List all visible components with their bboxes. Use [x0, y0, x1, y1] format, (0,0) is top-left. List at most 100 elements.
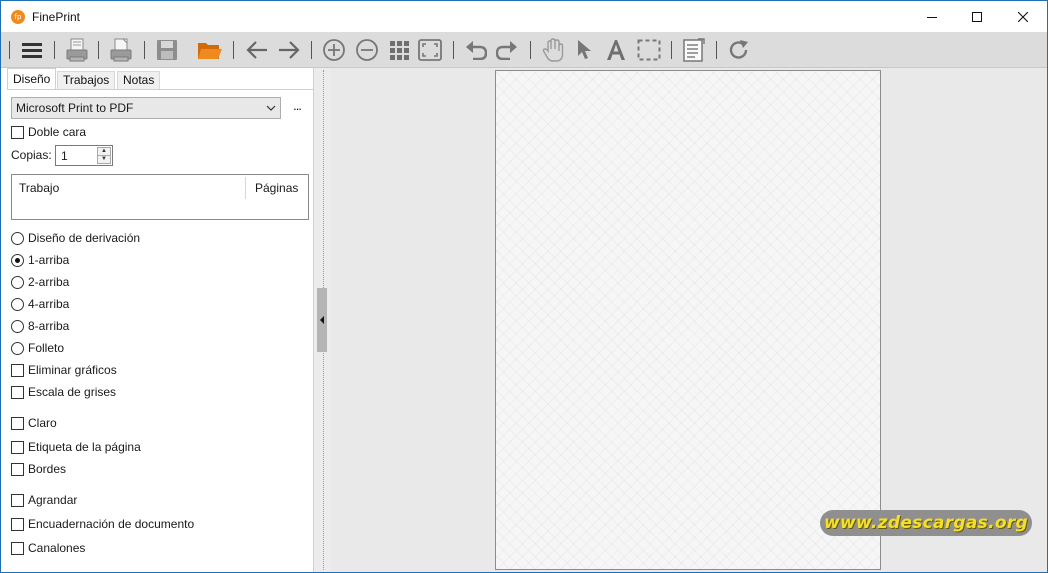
title-bar: fp FinePrint	[1, 1, 1047, 32]
refresh-button[interactable]	[725, 36, 753, 64]
layout-radio[interactable]	[11, 297, 24, 311]
printer-dropdown[interactable]: Microsoft Print to PDF	[11, 97, 281, 119]
toolbar-separator	[671, 41, 672, 59]
layout-label: 8-arriba	[28, 319, 70, 333]
print-settings-button[interactable]	[107, 36, 135, 64]
layout-radio[interactable]	[11, 275, 24, 289]
layout-label: Folleto	[28, 341, 65, 355]
layout-option[interactable]: 4-arriba	[11, 296, 69, 312]
duplex-option[interactable]: Doble cara	[11, 124, 86, 140]
tab-trabajos[interactable]: Trabajos	[57, 71, 116, 90]
layout-option[interactable]: 2-arriba	[11, 274, 69, 290]
letterhead-icon	[683, 38, 705, 62]
tab-diseno[interactable]: Diseño	[7, 68, 57, 90]
option-row[interactable]: Encuadernación de documento	[11, 516, 194, 532]
option-checkbox[interactable]	[11, 462, 24, 476]
save-button[interactable]	[153, 36, 181, 64]
job-list[interactable]: Trabajo Páginas	[11, 174, 309, 220]
undo-icon	[466, 41, 487, 60]
marquee-select-button[interactable]	[635, 36, 663, 64]
menu-button[interactable]	[18, 36, 46, 64]
layout-option[interactable]: 1-arriba	[11, 252, 69, 268]
printer-more-button[interactable]: ...	[288, 98, 306, 118]
layout-radio[interactable]	[11, 341, 24, 355]
layout-radio[interactable]	[11, 253, 24, 267]
copies-decrement-button[interactable]: ▼	[97, 155, 111, 164]
layout-radio[interactable]	[11, 319, 24, 333]
option-label: Canalones	[28, 541, 86, 555]
pan-tool-button[interactable]	[539, 36, 567, 64]
copies-stepper[interactable]: 1 ▲ ▼	[55, 145, 113, 166]
pages-column-header[interactable]: Páginas	[255, 181, 298, 195]
redo-button[interactable]	[493, 36, 521, 64]
print-button[interactable]	[63, 36, 91, 64]
close-button[interactable]	[1000, 1, 1046, 32]
next-page-button[interactable]	[275, 36, 303, 64]
duplex-label: Doble cara	[28, 125, 87, 139]
zoom-out-button[interactable]	[353, 36, 381, 64]
zoom-in-icon	[323, 39, 345, 61]
zoom-out-icon	[356, 39, 378, 61]
fineprint-app-icon: fp	[11, 10, 25, 24]
option-checkbox[interactable]	[11, 363, 24, 377]
toolbar-separator	[9, 41, 10, 59]
option-row[interactable]: Escala de grises	[11, 384, 116, 400]
copies-value[interactable]: 1	[61, 149, 68, 163]
option-checkbox[interactable]	[11, 385, 24, 399]
fit-page-button[interactable]	[416, 36, 444, 64]
open-file-button[interactable]	[196, 36, 224, 64]
layout-radio[interactable]	[11, 231, 24, 245]
toolbar-separator	[453, 41, 454, 59]
undo-button[interactable]	[462, 36, 490, 64]
zoom-in-button[interactable]	[320, 36, 348, 64]
pan-hand-icon	[542, 38, 564, 62]
option-checkbox[interactable]	[11, 440, 24, 454]
minimize-icon	[927, 16, 937, 18]
fit-page-icon	[418, 39, 442, 61]
option-row[interactable]: Eliminar gráficos	[11, 362, 117, 378]
job-column-header[interactable]: Trabajo	[19, 181, 59, 195]
column-divider[interactable]	[245, 177, 246, 199]
layout-option[interactable]: Folleto	[11, 340, 64, 356]
option-label: Etiqueta de la página	[28, 440, 141, 454]
settings-panel: Diseño Trabajos Notas Microsoft Print to…	[2, 68, 313, 572]
copies-label: Copias:	[11, 148, 52, 162]
printer-selected-value: Microsoft Print to PDF	[16, 101, 134, 115]
previous-page-button[interactable]	[243, 36, 271, 64]
select-pointer-icon	[578, 40, 591, 59]
option-checkbox[interactable]	[11, 541, 24, 555]
page-preview[interactable]	[495, 70, 881, 570]
select-tool-button[interactable]	[570, 36, 598, 64]
option-row[interactable]: Canalones	[11, 540, 85, 556]
option-checkbox[interactable]	[11, 493, 24, 507]
panel-splitter[interactable]	[313, 68, 330, 572]
marquee-select-icon	[637, 39, 661, 61]
option-row[interactable]: Bordes	[11, 461, 66, 477]
duplex-checkbox[interactable]	[11, 125, 24, 139]
option-row[interactable]: Agrandar	[11, 492, 77, 508]
toolbar-separator	[530, 41, 531, 59]
option-label: Agrandar	[28, 493, 78, 507]
layout-option[interactable]: 8-arriba	[11, 318, 69, 334]
print-preview-area[interactable]	[330, 68, 1047, 572]
text-tool-button[interactable]	[602, 36, 630, 64]
letterhead-button[interactable]	[680, 36, 708, 64]
menu-icon	[22, 43, 42, 58]
option-checkbox[interactable]	[11, 416, 24, 430]
tab-divider	[7, 89, 313, 90]
thumbnails-icon	[390, 41, 409, 60]
toolbar-separator	[233, 41, 234, 59]
option-row[interactable]: Etiqueta de la página	[11, 439, 141, 455]
option-checkbox[interactable]	[11, 517, 24, 531]
option-label: Escala de grises	[28, 385, 117, 399]
collapse-panel-button[interactable]	[317, 288, 327, 352]
back-arrow-icon	[246, 41, 267, 59]
layout-option[interactable]: Diseño de derivación	[11, 230, 140, 246]
option-row[interactable]: Claro	[11, 415, 57, 431]
maximize-button[interactable]	[954, 1, 1000, 32]
thumbnails-button[interactable]	[385, 36, 413, 64]
minimize-button[interactable]	[909, 1, 955, 32]
tab-notas[interactable]: Notas	[117, 71, 161, 90]
window-title: FinePrint	[32, 10, 81, 24]
option-label: Encuadernación de documento	[28, 517, 195, 531]
